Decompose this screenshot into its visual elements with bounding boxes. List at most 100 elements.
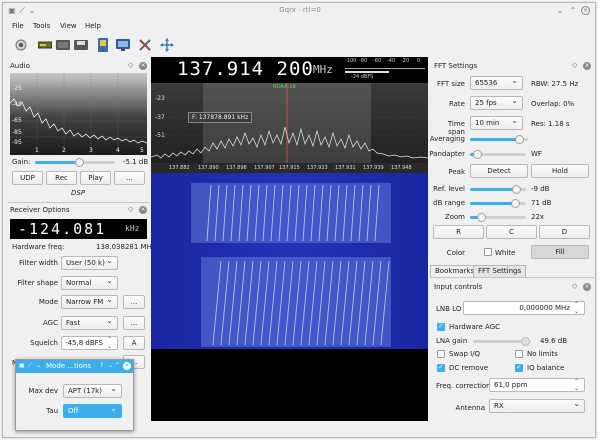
hold-button[interactable]: Hold	[531, 164, 589, 178]
pandapter-slider[interactable]	[470, 150, 526, 159]
bookmark-marker[interactable]: NOAA-18	[273, 84, 296, 90]
averaging-slider-fill	[470, 138, 520, 141]
detect-button[interactable]: Detect	[470, 164, 528, 178]
fft-dock-title: FFT Settings	[434, 62, 478, 70]
play-button[interactable]: Play	[80, 171, 111, 185]
close-dock-icon[interactable]: ×	[583, 62, 591, 70]
lnb-lo-spinbox[interactable]: 0,000000 MHz	[463, 301, 585, 315]
lna-gain-slider-handle[interactable]	[521, 337, 531, 346]
freq-correction-spinbox[interactable]: 61,0 ppm	[489, 378, 585, 392]
gain-slider-handle[interactable]	[75, 158, 84, 167]
smeter-tick: 0	[417, 58, 421, 64]
lna-gain-value: 49.6 dB	[540, 337, 568, 345]
timespan-select[interactable]: 10 min	[470, 115, 523, 130]
spectrum-plot[interactable]: -23 -37 -51 NOAA-18 F: 137878.891 kHz 13…	[151, 83, 428, 173]
device-icon[interactable]	[37, 37, 53, 53]
pin-icon[interactable]: ⟋	[28, 362, 32, 370]
frequency-unit: MHz	[313, 63, 333, 76]
no-limits-checkbox[interactable]	[515, 350, 523, 358]
cursor-readout: F: 137878.891 kHz	[188, 112, 253, 123]
zoom-slider[interactable]	[470, 213, 526, 222]
smeter-scale	[345, 66, 425, 69]
mode-select[interactable]: Narrow FM	[61, 294, 118, 309]
pandapter-slider-handle[interactable]	[472, 150, 482, 159]
open-icon[interactable]	[55, 37, 71, 53]
float-icon[interactable]: ◇	[128, 205, 133, 213]
close-popup-icon[interactable]: ×	[123, 362, 131, 370]
fft-size-select[interactable]: 65536	[470, 75, 523, 90]
averaging-slider[interactable]	[470, 135, 528, 144]
menu-view[interactable]: View	[60, 22, 77, 30]
gain-slider[interactable]	[35, 158, 115, 167]
audio-freq-label: 1	[35, 147, 39, 154]
mode-options-button[interactable]: ...	[123, 295, 145, 309]
hw-freq-label: Hardware freq:	[12, 243, 65, 251]
filter-shape-select[interactable]: Normal	[61, 275, 118, 290]
freq-tick: 137.931	[335, 165, 356, 171]
minimize-icon[interactable]: ⌄	[555, 6, 565, 16]
audio-options-button[interactable]: ...	[114, 171, 145, 185]
minimize-icon[interactable]: ⌄	[108, 362, 113, 369]
db-range-slider-handle[interactable]	[510, 199, 520, 208]
remote-icon[interactable]	[115, 37, 131, 53]
lna-gain-slider[interactable]	[473, 337, 531, 346]
fill-button[interactable]: Fill	[531, 245, 589, 259]
screenshot-icon[interactable]	[95, 37, 111, 53]
maximize-icon[interactable]: ⌃	[568, 6, 578, 16]
close-window-icon[interactable]: ×	[581, 6, 590, 15]
color-label: Color	[446, 249, 465, 257]
maximize-icon[interactable]: ⌃	[115, 362, 120, 369]
waterfall[interactable]	[151, 173, 428, 401]
toolbar	[3, 35, 595, 57]
offset-display[interactable]: -124.081 kHz	[10, 219, 147, 239]
dc-remove-checkbox[interactable]	[437, 363, 445, 372]
tools-icon[interactable]	[137, 37, 153, 53]
power-icon[interactable]	[13, 37, 29, 53]
ref-level-slider[interactable]	[470, 185, 526, 194]
max-dev-select[interactable]: APT (17k)	[63, 383, 122, 398]
tau-select[interactable]: Off	[63, 403, 122, 418]
float-icon[interactable]: ◇	[572, 61, 577, 69]
agc-label: AGC	[43, 319, 58, 327]
menu-file[interactable]: File	[12, 22, 24, 30]
float-icon[interactable]: ◇	[128, 61, 133, 69]
reset-button[interactable]: R	[433, 225, 484, 239]
filter-shape-label: Filter shape	[17, 279, 58, 287]
demod-button[interactable]: D	[539, 225, 590, 239]
agc-select[interactable]: Fast	[61, 315, 118, 330]
rec-button[interactable]: Rec	[46, 171, 77, 185]
squelch-auto-button[interactable]: A	[123, 336, 145, 350]
agc-options-button[interactable]: ...	[123, 316, 145, 330]
ref-level-label: Ref. level	[433, 185, 465, 193]
db-range-slider[interactable]	[470, 199, 526, 208]
swap-iq-checkbox[interactable]	[437, 350, 445, 358]
filter-width-select[interactable]: User (50 k)	[61, 255, 118, 270]
rate-select[interactable]: 25 fps	[470, 95, 523, 110]
popup-menu-icon[interactable]: ▣	[19, 362, 25, 369]
antenna-select[interactable]: RX	[489, 398, 585, 413]
float-icon[interactable]: ◇	[572, 282, 577, 290]
hardware-agc-checkbox[interactable]	[437, 322, 445, 331]
menu-tools[interactable]: Tools	[33, 22, 50, 30]
center-button[interactable]: C	[486, 225, 537, 239]
shade-icon[interactable]: ⌄	[36, 362, 41, 369]
averaging-slider-handle[interactable]	[515, 135, 525, 144]
freq-tick: 137.907	[254, 165, 275, 171]
udp-button[interactable]: UDP	[12, 171, 43, 185]
audio-freq-label: 2	[62, 147, 66, 154]
fullscreen-icon[interactable]	[159, 37, 175, 53]
close-dock-icon[interactable]: ×	[583, 283, 591, 291]
close-dock-icon[interactable]: ×	[139, 62, 147, 70]
iq-balance-checkbox[interactable]	[515, 363, 523, 372]
zoom-slider-handle[interactable]	[477, 213, 487, 222]
menu-help[interactable]: Help	[85, 22, 101, 30]
save-icon[interactable]	[73, 37, 89, 53]
res-label: Res: 1.18 s	[531, 120, 570, 128]
spectrum-area[interactable]: 137.914 200 MHz -100 -80 -60 -40 -20 0 -…	[151, 57, 428, 421]
squelch-spinbox[interactable]: -45,8 dBFS	[61, 336, 118, 350]
ref-level-slider-handle[interactable]	[511, 185, 521, 194]
close-dock-icon[interactable]: ×	[139, 206, 147, 214]
help-icon[interactable]: ?	[100, 362, 103, 369]
white-checkbox[interactable]	[484, 248, 492, 256]
offset-unit: kHz	[125, 224, 140, 233]
